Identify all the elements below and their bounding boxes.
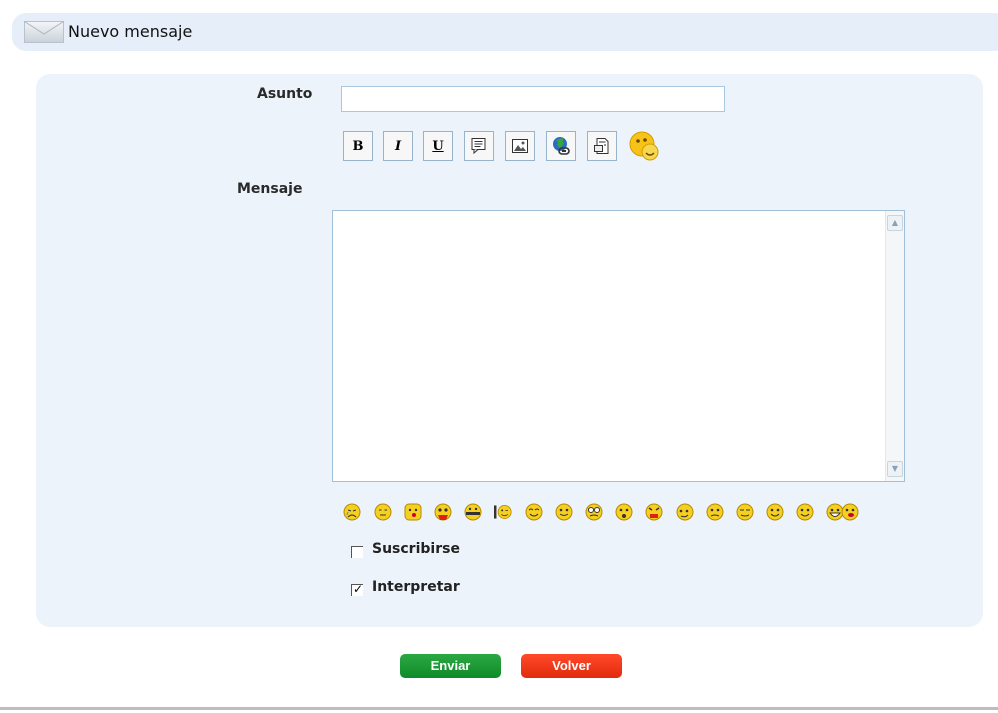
code-button[interactable]	[587, 131, 617, 161]
image-button[interactable]	[505, 131, 535, 161]
scroll-down-icon[interactable]: ▼	[887, 461, 903, 477]
footer-divider	[0, 707, 998, 710]
quote-icon	[471, 138, 486, 155]
quote-button[interactable]	[464, 131, 494, 161]
subject-label: Asunto	[257, 86, 313, 102]
laugh-icon[interactable]	[796, 503, 814, 521]
angry-icon[interactable]	[676, 503, 694, 521]
italic-icon: I	[394, 138, 402, 154]
link-button[interactable]	[546, 131, 576, 161]
italic-button[interactable]: I	[383, 131, 413, 161]
surprised-icon[interactable]	[615, 503, 633, 521]
interpret-checkbox[interactable]: ✓	[351, 582, 364, 596]
underline-icon: U	[432, 138, 444, 154]
mouth-shut-icon[interactable]	[464, 503, 482, 521]
cool-icon[interactable]	[766, 503, 784, 521]
message-editor: ▲ ▼	[332, 210, 905, 482]
blush-icon[interactable]	[404, 503, 422, 521]
smile-icon[interactable]	[706, 503, 724, 521]
page-title: Nuevo mensaje	[68, 22, 193, 41]
message-scrollbar[interactable]: ▲ ▼	[885, 211, 904, 481]
grin-icon[interactable]	[555, 503, 573, 521]
underline-button[interactable]: U	[423, 131, 453, 161]
subscribe-checkbox[interactable]	[351, 546, 363, 558]
image-icon	[512, 139, 528, 153]
bold-button[interactable]: B	[343, 131, 373, 161]
back-button[interactable]: Volver	[521, 654, 622, 678]
subscribe-label: Suscribirse	[372, 541, 460, 557]
worried-icon[interactable]	[645, 503, 663, 521]
document-icon	[594, 138, 609, 154]
section-header: Nuevo mensaje	[12, 13, 998, 51]
wink-icon[interactable]	[494, 503, 512, 521]
confused-icon[interactable]	[585, 503, 603, 521]
interpret-label: Interpretar	[372, 579, 460, 595]
message-textarea[interactable]	[333, 211, 886, 481]
shocked-icon[interactable]	[434, 503, 452, 521]
happy-icon[interactable]	[525, 503, 543, 521]
send-button[interactable]: Enviar	[400, 654, 501, 678]
checkmark-icon: ✓	[353, 582, 364, 596]
globe-link-icon	[553, 137, 570, 155]
frown-icon[interactable]	[736, 503, 754, 521]
crying-icon[interactable]	[343, 503, 361, 521]
kiss-icon[interactable]	[841, 503, 859, 521]
smiley-palette-icon	[629, 131, 659, 161]
smiley-button[interactable]	[627, 129, 661, 163]
scroll-up-icon[interactable]: ▲	[887, 215, 903, 231]
envelope-icon	[24, 21, 64, 43]
message-label: Mensaje	[237, 181, 303, 197]
bold-icon: B	[352, 138, 364, 154]
sad-icon[interactable]	[374, 503, 392, 521]
subject-input[interactable]	[341, 86, 725, 112]
